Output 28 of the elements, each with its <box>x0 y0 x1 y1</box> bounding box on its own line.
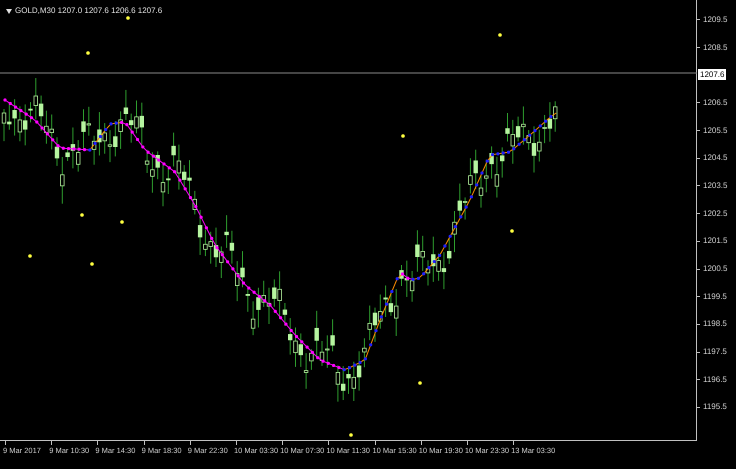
signal-dot <box>28 254 32 258</box>
price-axis-label: 1200.5 <box>703 263 728 276</box>
price-axis-label: 1205.5 <box>703 124 728 137</box>
price-axis-label: 1195.5 <box>703 401 727 414</box>
price-axis-label: 1198.5 <box>703 318 727 330</box>
price-axis-label: 1209.5 <box>703 14 728 26</box>
price-axis-label: 1204.5 <box>703 152 728 164</box>
signal-dot <box>401 134 405 138</box>
signal-dot <box>120 220 124 224</box>
current-price-label: 1207.6 <box>698 68 726 80</box>
price-axis-label: 1201.5 <box>703 235 728 248</box>
signal-dot <box>126 16 130 20</box>
price-axis-label: 1202.5 <box>703 208 728 220</box>
signal-dot <box>498 33 502 37</box>
chart-header-text: GOLD,M30 1207.0 1207.6 1206.6 1207.6 <box>15 5 162 17</box>
signal-dot <box>510 229 514 233</box>
price-axis-label: 1206.5 <box>703 96 728 109</box>
collapse-triangle-icon[interactable] <box>6 8 12 14</box>
price-axis-label: 1197.5 <box>703 346 727 358</box>
signal-dot <box>418 381 422 385</box>
signal-dot <box>349 433 353 437</box>
price-axis-label: 1199.5 <box>703 290 727 303</box>
price-axis-label: 1203.5 <box>703 180 728 192</box>
price-axis-label: 1196.5 <box>703 374 727 386</box>
signal-dot <box>90 262 94 266</box>
signal-dot <box>80 213 84 217</box>
signal-dot <box>86 51 90 55</box>
price-axis-label: 1208.5 <box>703 42 728 54</box>
